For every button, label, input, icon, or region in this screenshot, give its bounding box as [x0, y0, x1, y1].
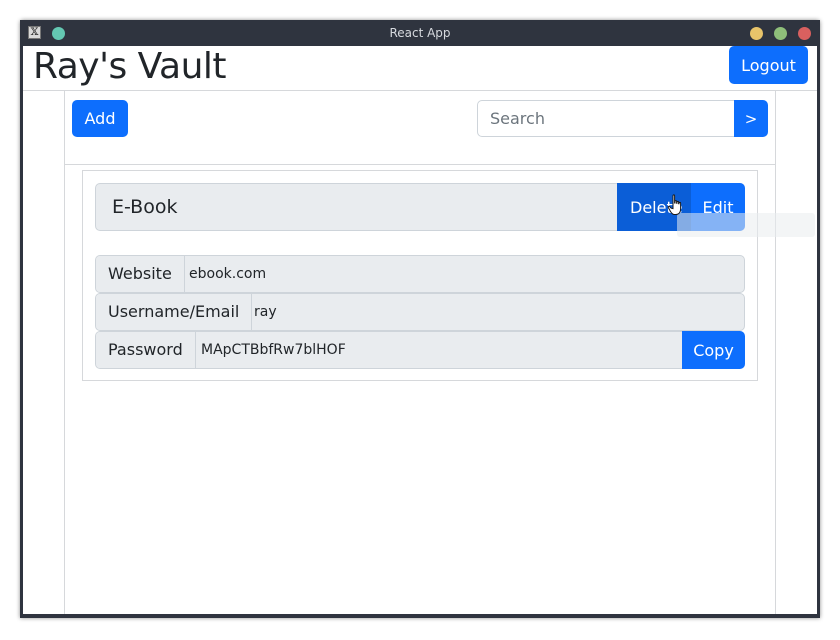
entry-name: E-Book — [112, 196, 178, 218]
app-title: Ray's Vault — [33, 46, 227, 87]
maximize-button[interactable] — [774, 27, 787, 40]
copy-button[interactable]: Copy — [682, 331, 745, 369]
app-window: 𝕏 React App Ray's Vault Logout Add > E-B… — [20, 20, 820, 618]
search-input[interactable] — [477, 100, 735, 137]
username-field: Username/Email ray — [95, 293, 745, 331]
password-value[interactable]: MApCTBbfRw7blHOF — [193, 332, 346, 368]
password-field: Password MApCTBbfRw7blHOF — [95, 331, 683, 369]
page-content: Ray's Vault Logout Add > E-Book Delete E… — [23, 46, 817, 614]
username-label: Username/Email — [96, 294, 253, 330]
hand-pointer-icon — [667, 194, 682, 215]
title-bar: 𝕏 React App — [20, 20, 820, 46]
toolbar-divider — [64, 164, 776, 165]
add-button[interactable]: Add — [72, 100, 128, 137]
logout-button[interactable]: Logout — [729, 46, 808, 84]
website-field: Website ebook.com — [95, 255, 745, 293]
username-value[interactable]: ray — [246, 294, 277, 330]
search-button[interactable]: > — [734, 100, 768, 137]
website-label: Website — [96, 256, 185, 292]
website-value[interactable]: ebook.com — [181, 256, 266, 292]
close-button[interactable] — [798, 27, 811, 40]
password-label: Password — [96, 332, 196, 368]
window-title: React App — [389, 26, 451, 40]
tooltip — [677, 213, 815, 237]
minimize-button[interactable] — [750, 27, 763, 40]
